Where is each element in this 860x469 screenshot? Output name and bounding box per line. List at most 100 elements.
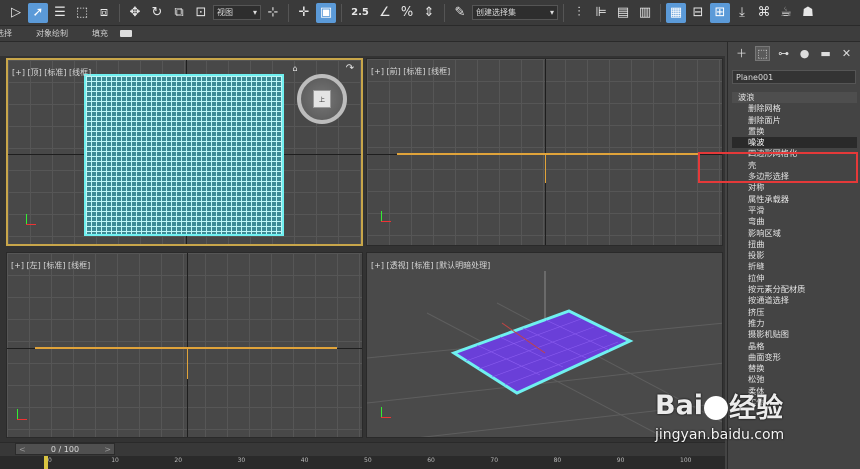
modifier-item[interactable]: 推力 [732,318,857,329]
modifier-item[interactable]: 曲面变形 [732,352,857,363]
viewport-label[interactable]: [+] [左] [标准] [线框] [11,260,90,271]
app-window: ▷ ➚ ☰ ⬚ ⧈ ✥ ↻ ⧉ ⊡ 视图 ▾ ⊹ ✛ ▣ 2.5 ∠ % ⇕ ✎ … [0,0,860,469]
viewport-label[interactable]: [+] [顶] [标准] [线框] [12,67,91,78]
chevron-right-icon[interactable]: > [104,444,111,455]
orbit-arrow-icon[interactable]: ↷ [344,62,356,74]
paw-icon [704,395,729,420]
timeline-tick-label: 0 [48,457,52,464]
place-icon[interactable]: ⊡ [191,3,211,23]
mirror-icon[interactable]: ⫶ [569,3,589,23]
baidu-watermark: Bai 经验 jingyan.baidu.com [655,386,855,456]
modifier-item[interactable]: 置换 [732,126,857,137]
angle-snap-icon[interactable]: ∠ [375,3,395,23]
curve-editor-icon[interactable]: ⊟ [688,3,708,23]
time-slider[interactable]: < 0 / 100 > [15,443,115,455]
rotate-icon[interactable]: ↻ [147,3,167,23]
align-icon[interactable]: ⊫ [591,3,611,23]
plane-edge-line[interactable] [397,153,699,155]
viewcube-face[interactable]: 上 [313,90,331,108]
modifier-list-header[interactable]: 波浪 [732,92,857,104]
modifier-item[interactable]: 平滑 [732,205,857,216]
window-crossing-icon[interactable]: ⧈ [94,3,114,23]
toolbar-separator [341,3,342,22]
modifier-item[interactable]: 弯曲 [732,216,857,227]
modifier-item[interactable]: 摄影机贴图 [732,329,857,340]
toggle-ribbon-icon[interactable]: ▥ [635,3,655,23]
modifier-item[interactable]: 替换 [732,363,857,374]
move-icon[interactable]: ✥ [125,3,145,23]
modifier-item[interactable]: 删除网格 [732,103,857,114]
render-frame-icon[interactable]: ☕ [776,3,796,23]
percent-snap-icon[interactable]: % [397,3,417,23]
modifier-item[interactable]: 属性承载器 [732,194,857,205]
pivot-center-icon[interactable]: ⊹ [263,3,283,23]
motion-tab-icon[interactable]: ● [797,46,812,61]
render-setup-icon[interactable]: ⌘ [754,3,774,23]
modify-tab-icon[interactable]: ⬚ [754,45,771,61]
home-icon[interactable]: ⌂ [289,62,301,74]
select-by-name-icon[interactable]: ☰ [50,3,70,23]
viewport-label[interactable]: [+] [透视] [标准] [默认明暗处理] [371,260,490,271]
select-object-tool-icon[interactable]: ▷ [6,3,26,23]
timeline-tick-label: 80 [553,457,562,464]
modifier-list[interactable]: 波浪 删除网格 删除面片 置换 噪波 四边形网格化壳多边形选择 对称 属性承载器 平滑 弯曲 影响… [732,92,857,408]
viewcube[interactable]: 上 [297,74,347,124]
viewport-front[interactable]: [+] [前] [标准] [线框] [366,58,723,246]
modifier-item[interactable]: 按元素分配材质 [732,284,857,295]
grid-axis-vertical [187,253,188,437]
modifier-item[interactable]: 折缝 [732,261,857,272]
scene-explorer-icon[interactable]: ▦ [666,2,686,23]
modifier-item[interactable]: 拉伸 [732,273,857,284]
command-panel-tabs: ＋ ⬚ ⊶ ● ▬ ✕ [728,42,860,64]
timeline-tick-label: 100 [680,457,692,464]
select-tool-icon[interactable]: ➚ [28,2,48,23]
watermark-url: jingyan.baidu.com [655,427,785,443]
reference-coordinate-value: 视图 [217,8,233,17]
time-cursor[interactable] [44,456,48,469]
keyboard-shortcut-override-icon[interactable]: ▣ [316,2,336,23]
modifier-item[interactable]: 挤压 [732,307,857,318]
scale-icon[interactable]: ⧉ [169,3,189,23]
modifier-item[interactable]: 对称 [732,182,857,193]
ribbon-tab-populate[interactable]: 填充 [92,28,108,39]
spinner-snap-icon[interactable]: ⇕ [419,3,439,23]
time-ruler[interactable]: 0 10 20 30 40 50 60 70 80 90 100 [0,456,725,469]
select-and-manipulate-icon[interactable]: ✛ [294,3,314,23]
plane-pivot-line [545,153,546,183]
viewport-label[interactable]: [+] [前] [标准] [线框] [371,66,450,77]
chevron-left-icon[interactable]: < [19,444,26,455]
ribbon-tab-object-paint[interactable]: 对象绘制 [36,28,68,39]
edit-named-selection-icon[interactable]: ✎ [450,3,470,23]
viewport-top[interactable]: [+] [顶] [标准] [线框] 上 ⌂ ↷ [6,58,363,246]
hierarchy-tab-icon[interactable]: ⊶ [776,46,791,61]
plane-edge-line[interactable] [35,347,337,349]
layer-manager-icon[interactable]: ▤ [613,3,633,23]
viewport-left[interactable]: [+] [左] [标准] [线框] [6,252,363,438]
schematic-view-icon[interactable]: ⊞ [710,2,730,23]
modifier-item[interactable]: 影响区域 [732,228,857,239]
object-name-field[interactable]: Plane001 [732,70,856,84]
material-editor-icon[interactable]: ⤓ [732,3,752,23]
render-icon[interactable]: ☗ [798,3,818,23]
ribbon-options-icon[interactable] [120,30,132,37]
modifier-item[interactable]: 松弛 [732,374,857,385]
toolbar-separator [563,3,564,22]
modifier-item[interactable]: 按通道选择 [732,295,857,306]
utilities-tab-icon[interactable]: ✕ [839,46,854,61]
rect-selection-icon[interactable]: ⬚ [72,3,92,23]
named-selection-set-dropdown[interactable]: 创建选择集 ▾ [472,5,558,20]
modifier-item[interactable]: 噪波 [732,137,857,149]
modifier-item[interactable]: 扭曲 [732,239,857,250]
plane-object[interactable] [450,309,634,395]
timeline: < 0 / 100 > 0 10 20 30 40 50 60 70 80 90 100 [0,442,725,469]
create-tab-icon[interactable]: ＋ [734,46,749,61]
reference-coordinate-dropdown[interactable]: 视图 ▾ [213,5,261,20]
plane-mesh-wireframe[interactable] [84,74,284,236]
snap-toggle-icon[interactable]: 2.5 [347,3,373,23]
modifier-item[interactable]: 晶格 [732,341,857,352]
timeline-tick-label: 90 [616,457,625,464]
modifier-item[interactable]: 投影 [732,250,857,261]
ribbon-tab-selection[interactable]: 选择 [0,28,12,39]
display-tab-icon[interactable]: ▬ [818,46,833,61]
modifier-item[interactable]: 删除面片 [732,115,857,126]
